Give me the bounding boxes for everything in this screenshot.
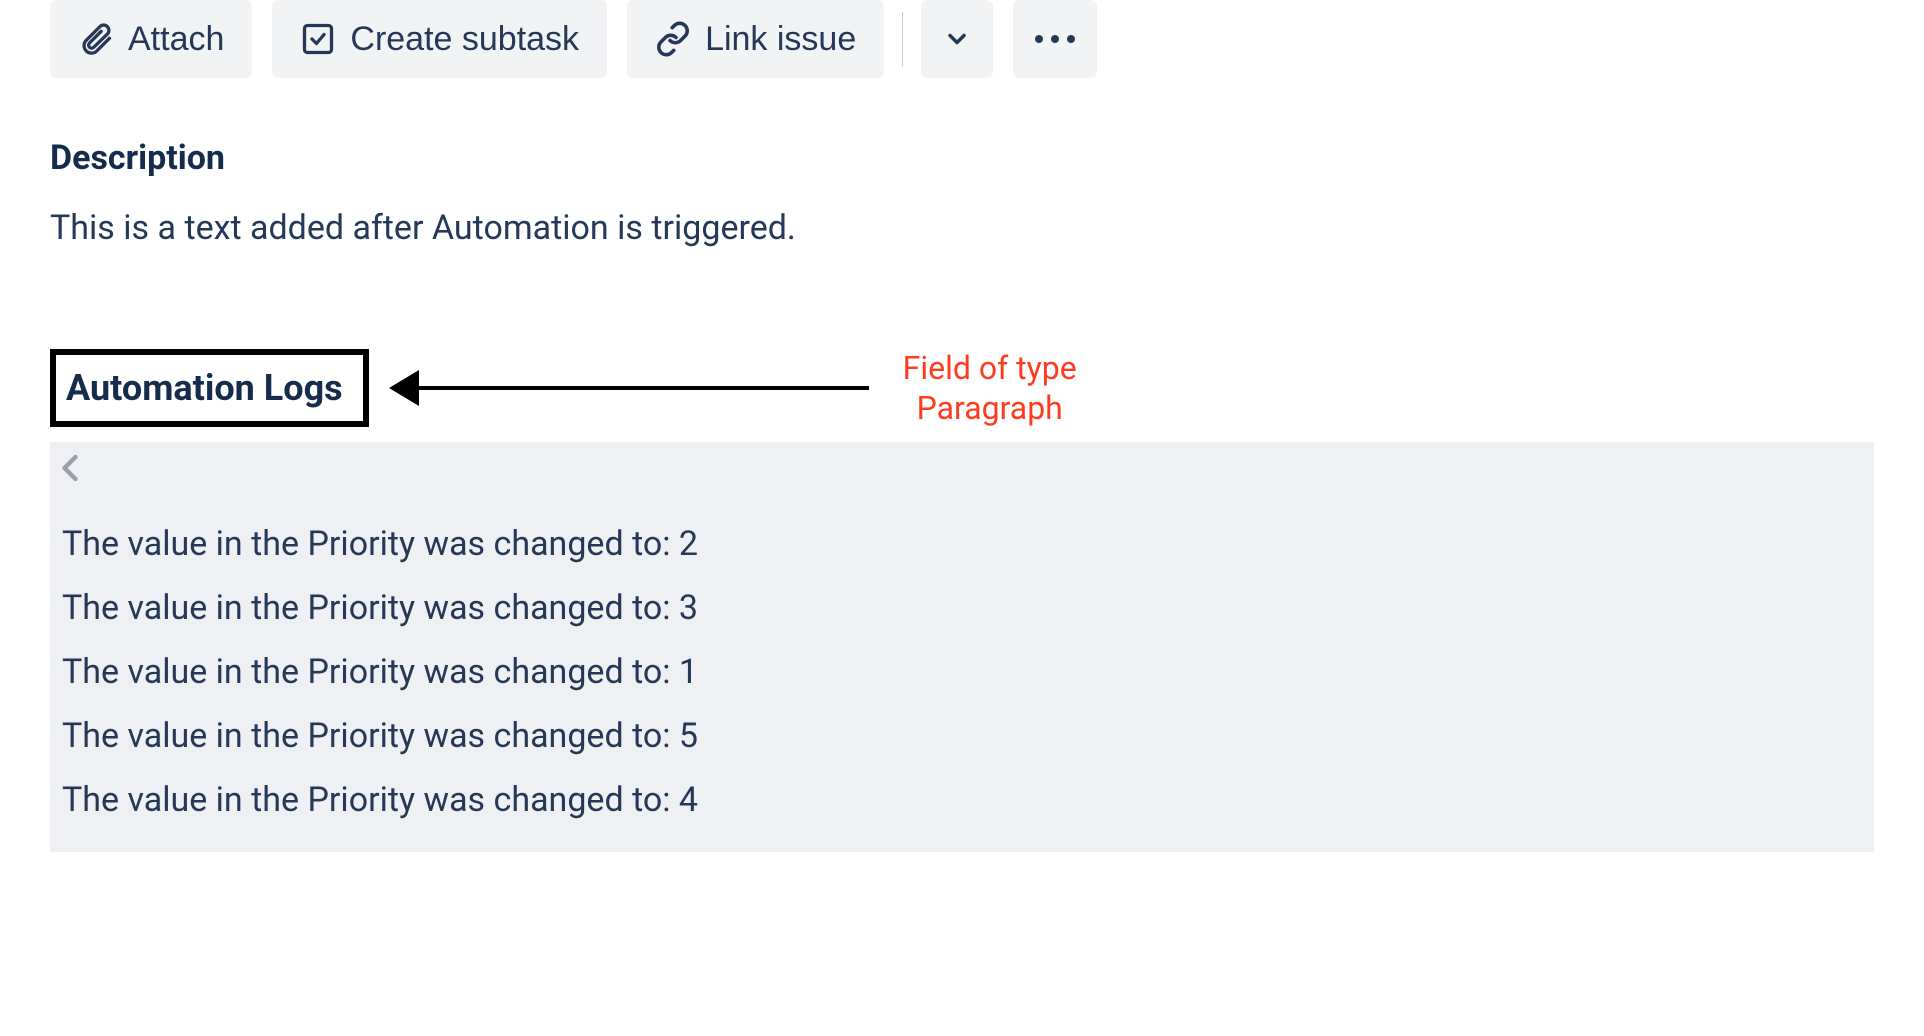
attach-label: Attach: [128, 20, 224, 59]
create-subtask-button[interactable]: Create subtask: [272, 0, 607, 78]
annotation-arrow: [389, 370, 869, 406]
link-icon: [655, 21, 691, 57]
chevron-left-icon: [48, 446, 92, 490]
issue-toolbar: Attach Create subtask Link issue: [50, 0, 1874, 78]
log-line: The value in the Priority was changed to…: [62, 512, 1862, 576]
log-line: The value in the Priority was changed to…: [62, 768, 1862, 832]
description-text[interactable]: This is a text added after Automation is…: [50, 208, 1874, 248]
automation-logs-header: Automation Logs Field of type Paragraph: [50, 348, 1874, 428]
annotation-line-1: Field of type: [903, 348, 1077, 388]
description-heading: Description: [50, 138, 1874, 178]
automation-logs-panel[interactable]: The value in the Priority was changed to…: [50, 442, 1874, 852]
chevron-down-icon: [943, 25, 971, 53]
automation-logs-title-box: Automation Logs: [50, 349, 369, 427]
annotation-text: Field of type Paragraph: [903, 348, 1077, 428]
link-issue-dropdown-button[interactable]: [921, 0, 993, 78]
automation-logs-heading: Automation Logs: [66, 367, 343, 409]
attach-button[interactable]: Attach: [50, 0, 252, 78]
log-line: The value in the Priority was changed to…: [62, 640, 1862, 704]
link-issue-button[interactable]: Link issue: [627, 0, 884, 78]
toolbar-divider: [902, 12, 903, 66]
log-line: The value in the Priority was changed to…: [62, 704, 1862, 768]
link-issue-label: Link issue: [705, 20, 856, 59]
subtask-icon: [300, 21, 336, 57]
annotation-line-2: Paragraph: [903, 388, 1077, 428]
paperclip-icon: [78, 21, 114, 57]
description-section: Description This is a text added after A…: [50, 138, 1874, 248]
more-actions-button[interactable]: [1013, 0, 1097, 78]
create-subtask-label: Create subtask: [350, 20, 579, 59]
log-line: The value in the Priority was changed to…: [62, 576, 1862, 640]
more-icon: [1035, 35, 1075, 43]
